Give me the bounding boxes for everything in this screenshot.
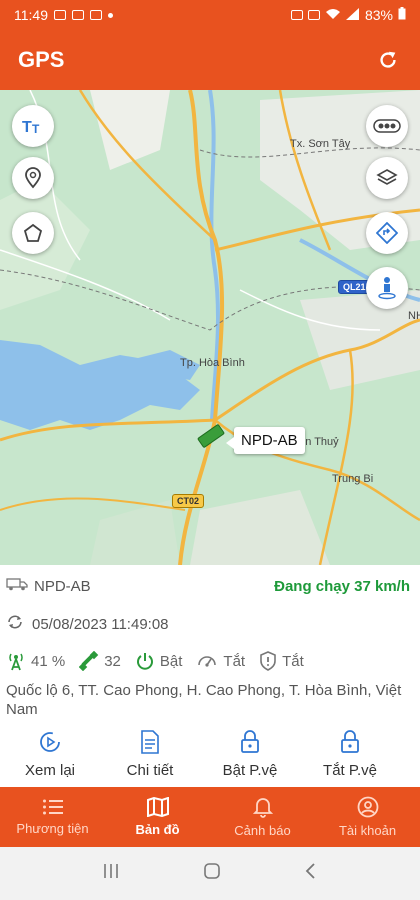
toggle-button[interactable] [366,105,408,147]
engine-stat: Bật [135,651,183,671]
map-label-trung-bi: Trung Bi [332,473,374,485]
vehicle-plate: NPD-AB [34,577,91,595]
back-button[interactable] [304,862,318,885]
signal-value: 41 % [31,652,66,670]
app-bar: GPS [0,30,420,90]
engine-status: Bật [159,652,183,670]
replay-label: Xem lại [24,762,76,779]
replay-icon [40,732,60,752]
layers-icon [376,169,398,185]
polygon-button[interactable] [12,212,54,254]
satellite-count: 32 [104,652,121,670]
street-view-button[interactable] [366,267,408,309]
lock-icon [241,730,259,753]
street-view-icon [378,277,396,300]
ac-icon [198,656,217,667]
refresh-icon [380,51,396,68]
ac-stat: Tắt [196,652,245,670]
security-status: Tắt [282,652,304,670]
nav-map[interactable]: Bản đồ [105,787,210,847]
enable-guard-button[interactable]: Bật P.vệ [200,730,300,779]
account-icon [357,796,378,818]
nav-account-label: Tài khoản [338,823,397,838]
text-size-icon: TT [22,119,40,135]
refresh-button[interactable] [374,46,402,74]
mute-icon [307,10,320,20]
signal-stat: 41 % [6,651,65,671]
back-icon [306,863,315,879]
vehicle-info-panel: NPD-AB Đang chạy 37 km/h 05/08/2023 11:4… [0,565,420,787]
svg-text:T: T [32,122,40,135]
status-time: 11:49 [14,7,48,23]
directions-icon [376,222,398,244]
toggle-icon [373,119,401,133]
location-pin-icon [25,167,41,189]
bell-icon [252,798,273,818]
recent-apps-button[interactable] [102,863,120,884]
nav-account[interactable]: Tài khoản [315,787,420,847]
nav-alerts-label: Cảnh báo [234,823,291,838]
list-icon [42,799,63,815]
truck-icon [6,577,28,596]
home-button[interactable] [203,862,221,885]
antenna-icon [9,653,23,671]
alarm-icon [290,10,303,20]
nav-vehicles[interactable]: Phương tiện [0,787,105,847]
power-icon [136,653,153,670]
nav-vehicles-label: Phương tiện [16,821,89,836]
map-label-nh: NH [408,310,420,322]
signal-icon [345,7,360,23]
battery-icon [398,7,406,23]
nav-alerts[interactable]: Cảnh báo [210,787,315,847]
app-notification-icon [90,10,102,20]
security-stat: Tắt [259,651,304,671]
system-navigation [0,847,420,900]
satellite-icon [79,651,99,671]
svg-text:T: T [22,119,32,135]
map-label-son-tay: Tx. Sơn Tây [290,138,351,150]
nav-map-label: Bản đồ [135,822,180,837]
vehicle-address: Quốc lộ 6, TT. Cao Phong, H. Cao Phong, … [6,682,402,718]
home-icon [204,863,220,879]
shield-icon [260,651,276,671]
update-datetime: 05/08/2023 11:49:08 [32,615,169,633]
replay-button[interactable]: Xem lại [0,730,100,779]
map-label-hoa-binh: Tp. Hòa Bình [180,357,245,369]
text-size-button[interactable]: TT [12,105,54,147]
vehicle-label[interactable]: NPD-AB [226,427,305,454]
map-view[interactable]: Tx. Sơn Tây Tp. Hòa Bình ơn Thuỷ Trung B… [0,90,420,565]
bottom-navigation: Phương tiện Bản đồ Cảnh báo Tài khoản [0,787,420,847]
sync-icon [6,613,24,635]
detail-label: Chi tiết [126,762,174,779]
wifi-icon [325,7,341,23]
satellite-stat: 32 [79,651,121,671]
recents-icon [103,864,118,878]
detail-button[interactable]: Chi tiết [100,730,200,779]
disable-guard-button[interactable]: Tắt P.vệ [300,730,400,779]
battery-level: 83% [364,7,393,23]
directions-button[interactable] [366,212,408,254]
enable-guard-label: Bật P.vệ [222,762,278,779]
status-bar: 11:49 83% [0,0,420,30]
lock-icon [341,730,359,753]
app-title: GPS [18,47,65,72]
message-notification-icon [72,10,84,20]
disable-guard-label: Tắt P.vệ [323,762,377,779]
ac-status: Tắt [223,652,246,670]
layers-button[interactable] [366,157,408,199]
location-pin-button[interactable] [12,157,54,199]
more-notifications-icon [108,12,113,18]
document-icon [141,730,159,754]
pentagon-icon [23,223,43,242]
action-bar: Xem lại Chi tiết Bật P.vệ Tắt P.vệ [0,730,420,779]
map-icon [146,797,169,817]
image-notification-icon [54,10,66,20]
road-shield-ct02: CT02 [172,494,205,508]
running-status: Đang chạy 37 km/h [274,577,410,595]
